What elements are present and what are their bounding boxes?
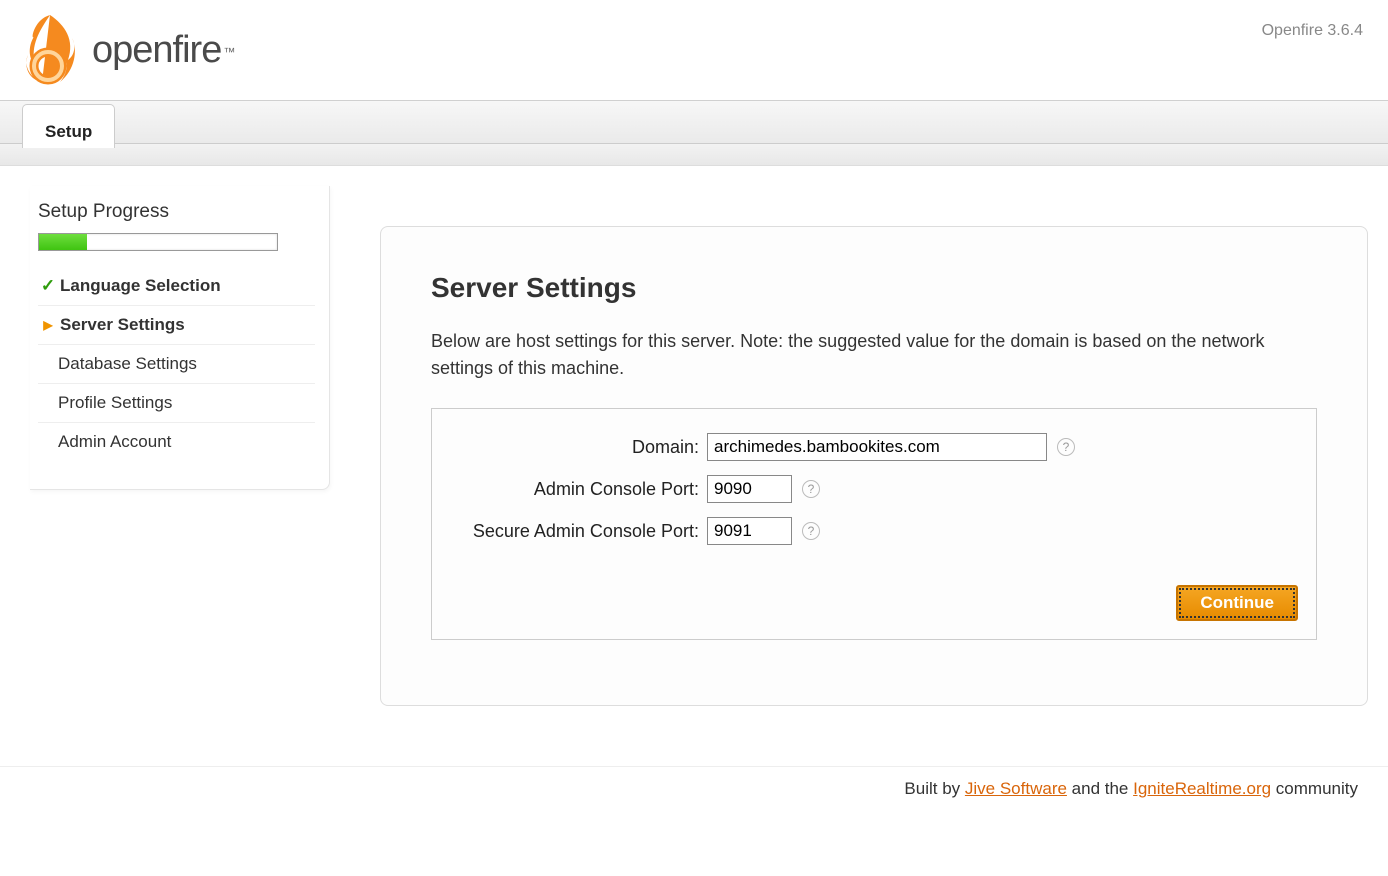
help-icon[interactable]: ?: [802, 480, 820, 498]
step-1[interactable]: ▶ Server Settings: [38, 305, 315, 344]
label-admin-port: Admin Console Port:: [452, 479, 707, 500]
tab-label: Setup: [45, 122, 92, 142]
help-icon[interactable]: ?: [802, 522, 820, 540]
tab-bar: Setup: [0, 100, 1388, 144]
progress-bar: [38, 233, 278, 251]
version-label: Openfire 3.6.4: [1262, 10, 1363, 40]
step-label: Profile Settings: [58, 393, 172, 413]
step-label: Database Settings: [58, 354, 197, 374]
header: openfire™ Openfire 3.6.4: [0, 0, 1388, 100]
step-label: Language Selection: [60, 276, 221, 296]
row-domain: Domain: ?: [452, 433, 1296, 461]
brand-name: openfire: [92, 29, 221, 71]
step-list: ✓Language Selection ▶ Server Settings Datab…: [38, 267, 315, 461]
main-area: Server Settings Below are host settings …: [330, 186, 1378, 736]
footer: Built by Jive Software and the IgniteRea…: [0, 766, 1388, 819]
footer-suffix: community: [1271, 779, 1358, 798]
link-ignite[interactable]: IgniteRealtime.org: [1133, 779, 1271, 798]
footer-mid: and the: [1067, 779, 1133, 798]
row-admin-port: Admin Console Port: ?: [452, 475, 1296, 503]
row-secure-port: Secure Admin Console Port: ?: [452, 517, 1296, 545]
tab-setup[interactable]: Setup: [22, 104, 115, 148]
form-box: Domain: ? Admin Console Port: ? Secure A…: [431, 408, 1317, 640]
step-0[interactable]: ✓Language Selection: [38, 267, 315, 305]
input-admin-port[interactable]: [707, 475, 792, 503]
input-domain[interactable]: [707, 433, 1047, 461]
sub-bar: [0, 144, 1388, 166]
sidebar: Setup Progress ✓Language Selection ▶ Serve…: [30, 186, 330, 490]
continue-button[interactable]: Continue: [1176, 585, 1298, 621]
step-label: Server Settings: [60, 315, 185, 335]
step-3: Profile Settings: [38, 383, 315, 422]
label-domain: Domain:: [452, 437, 707, 458]
input-secure-port[interactable]: [707, 517, 792, 545]
intro-text: Below are host settings for this server.…: [431, 328, 1317, 382]
flame-icon: [20, 10, 80, 90]
trademark: ™: [223, 45, 235, 59]
arrow-icon: ▶: [40, 318, 56, 332]
help-icon[interactable]: ?: [1057, 438, 1075, 456]
step-2: Database Settings: [38, 344, 315, 383]
brand-text: openfire™: [92, 29, 235, 72]
settings-panel: Server Settings Below are host settings …: [380, 226, 1368, 706]
label-secure-port: Secure Admin Console Port:: [452, 521, 707, 542]
sidebar-title: Setup Progress: [38, 201, 315, 223]
check-icon: ✓: [40, 276, 56, 296]
logo: openfire™: [20, 10, 235, 90]
step-label: Admin Account: [58, 432, 171, 452]
footer-prefix: Built by: [904, 779, 964, 798]
link-jive[interactable]: Jive Software: [965, 779, 1067, 798]
page-title: Server Settings: [431, 272, 1317, 304]
step-4: Admin Account: [38, 422, 315, 461]
progress-fill: [39, 234, 87, 250]
